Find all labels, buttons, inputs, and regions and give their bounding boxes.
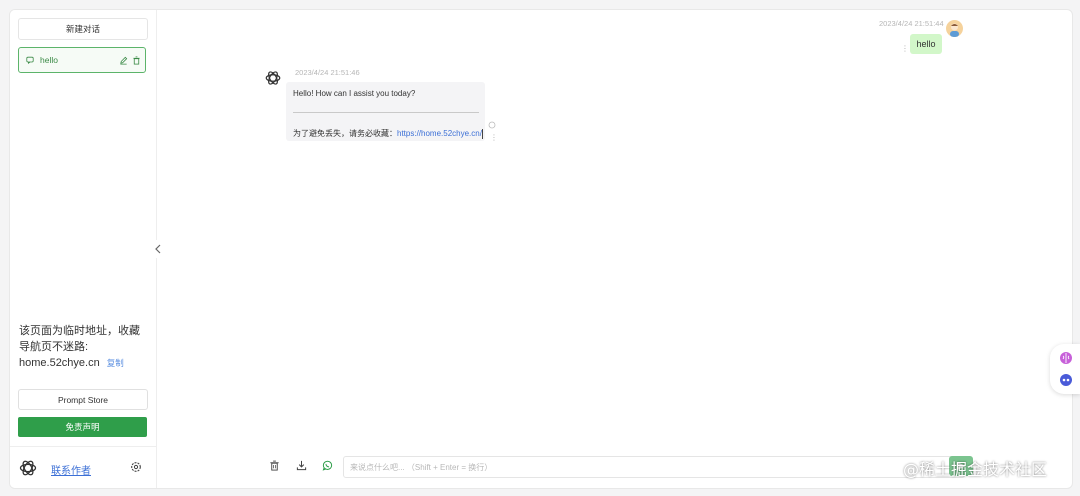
conversation-title: hello	[40, 55, 58, 65]
footer-link[interactable]: https://home.52chye.cn/	[397, 129, 482, 138]
conversation-item[interactable]: hello	[18, 47, 146, 73]
openai-logo-icon	[19, 460, 37, 476]
watermark: @稀土掘金技术社区	[903, 460, 1048, 479]
notice-text: 该页面为临时地址，收藏导航页不迷路:	[19, 325, 140, 353]
sidebar: 新建对话 hello 该页面为临时地址，收藏导航页不迷路: home.52chy…	[10, 10, 157, 488]
notice: 该页面为临时地址，收藏导航页不迷路: home.52chye.cn 复制	[19, 323, 149, 371]
floating-tools	[1050, 344, 1080, 394]
message-input[interactable]	[344, 458, 956, 477]
footer-text: 为了避免丢失，请务必收藏：	[293, 129, 397, 138]
prompt-store-button[interactable]: Prompt Store	[18, 389, 148, 410]
assistant-message-footer: 为了避免丢失，请务必收藏：https://home.52chye.cn/	[293, 128, 483, 139]
trash-icon[interactable]	[269, 460, 280, 471]
user-message-time: 2023/4/24 21:51:44	[879, 19, 944, 28]
chat-icon	[26, 56, 34, 64]
app-window: 新建对话 hello 该页面为临时地址，收藏导航页不迷路: home.52chy…	[9, 9, 1073, 489]
notice-domain: home.52chye.cn	[19, 357, 100, 369]
sidebar-footer: 联系作者	[10, 446, 156, 488]
openai-logo-icon	[265, 71, 281, 85]
user-avatar	[946, 20, 963, 37]
user-message-menu[interactable]: ⋮	[901, 45, 909, 53]
disclaimer-button[interactable]: 免责声明	[18, 417, 147, 437]
assistant-message-bubble: Hello! How can I assist you today? 为了避免丢…	[286, 82, 485, 141]
gear-icon[interactable]	[130, 461, 142, 473]
copy-link[interactable]: 复制	[107, 358, 124, 368]
user-message-bubble: hello	[910, 34, 942, 54]
trash-icon[interactable]	[132, 55, 141, 65]
new-chat-button[interactable]: 新建对话	[18, 18, 148, 40]
brain-icon[interactable]	[1059, 351, 1073, 365]
divider	[293, 112, 479, 113]
chat-area: 2023/4/24 21:51:44 hello ⋮ 2023/4/24 21:…	[157, 10, 1072, 488]
assistant-message-time: 2023/4/24 21:51:46	[295, 68, 360, 77]
contact-author-link[interactable]: 联系作者	[51, 462, 91, 477]
assistant-message-menu[interactable]: ⋮	[490, 134, 498, 142]
download-icon[interactable]	[296, 460, 307, 471]
whatsapp-icon[interactable]	[322, 460, 333, 471]
message-input-box	[343, 456, 965, 478]
loading-icon	[488, 121, 496, 129]
assistant-message-text: Hello! How can I assist you today?	[293, 89, 416, 98]
robot-icon[interactable]	[1059, 373, 1073, 387]
text-cursor	[481, 128, 483, 139]
edit-icon[interactable]	[119, 56, 128, 65]
